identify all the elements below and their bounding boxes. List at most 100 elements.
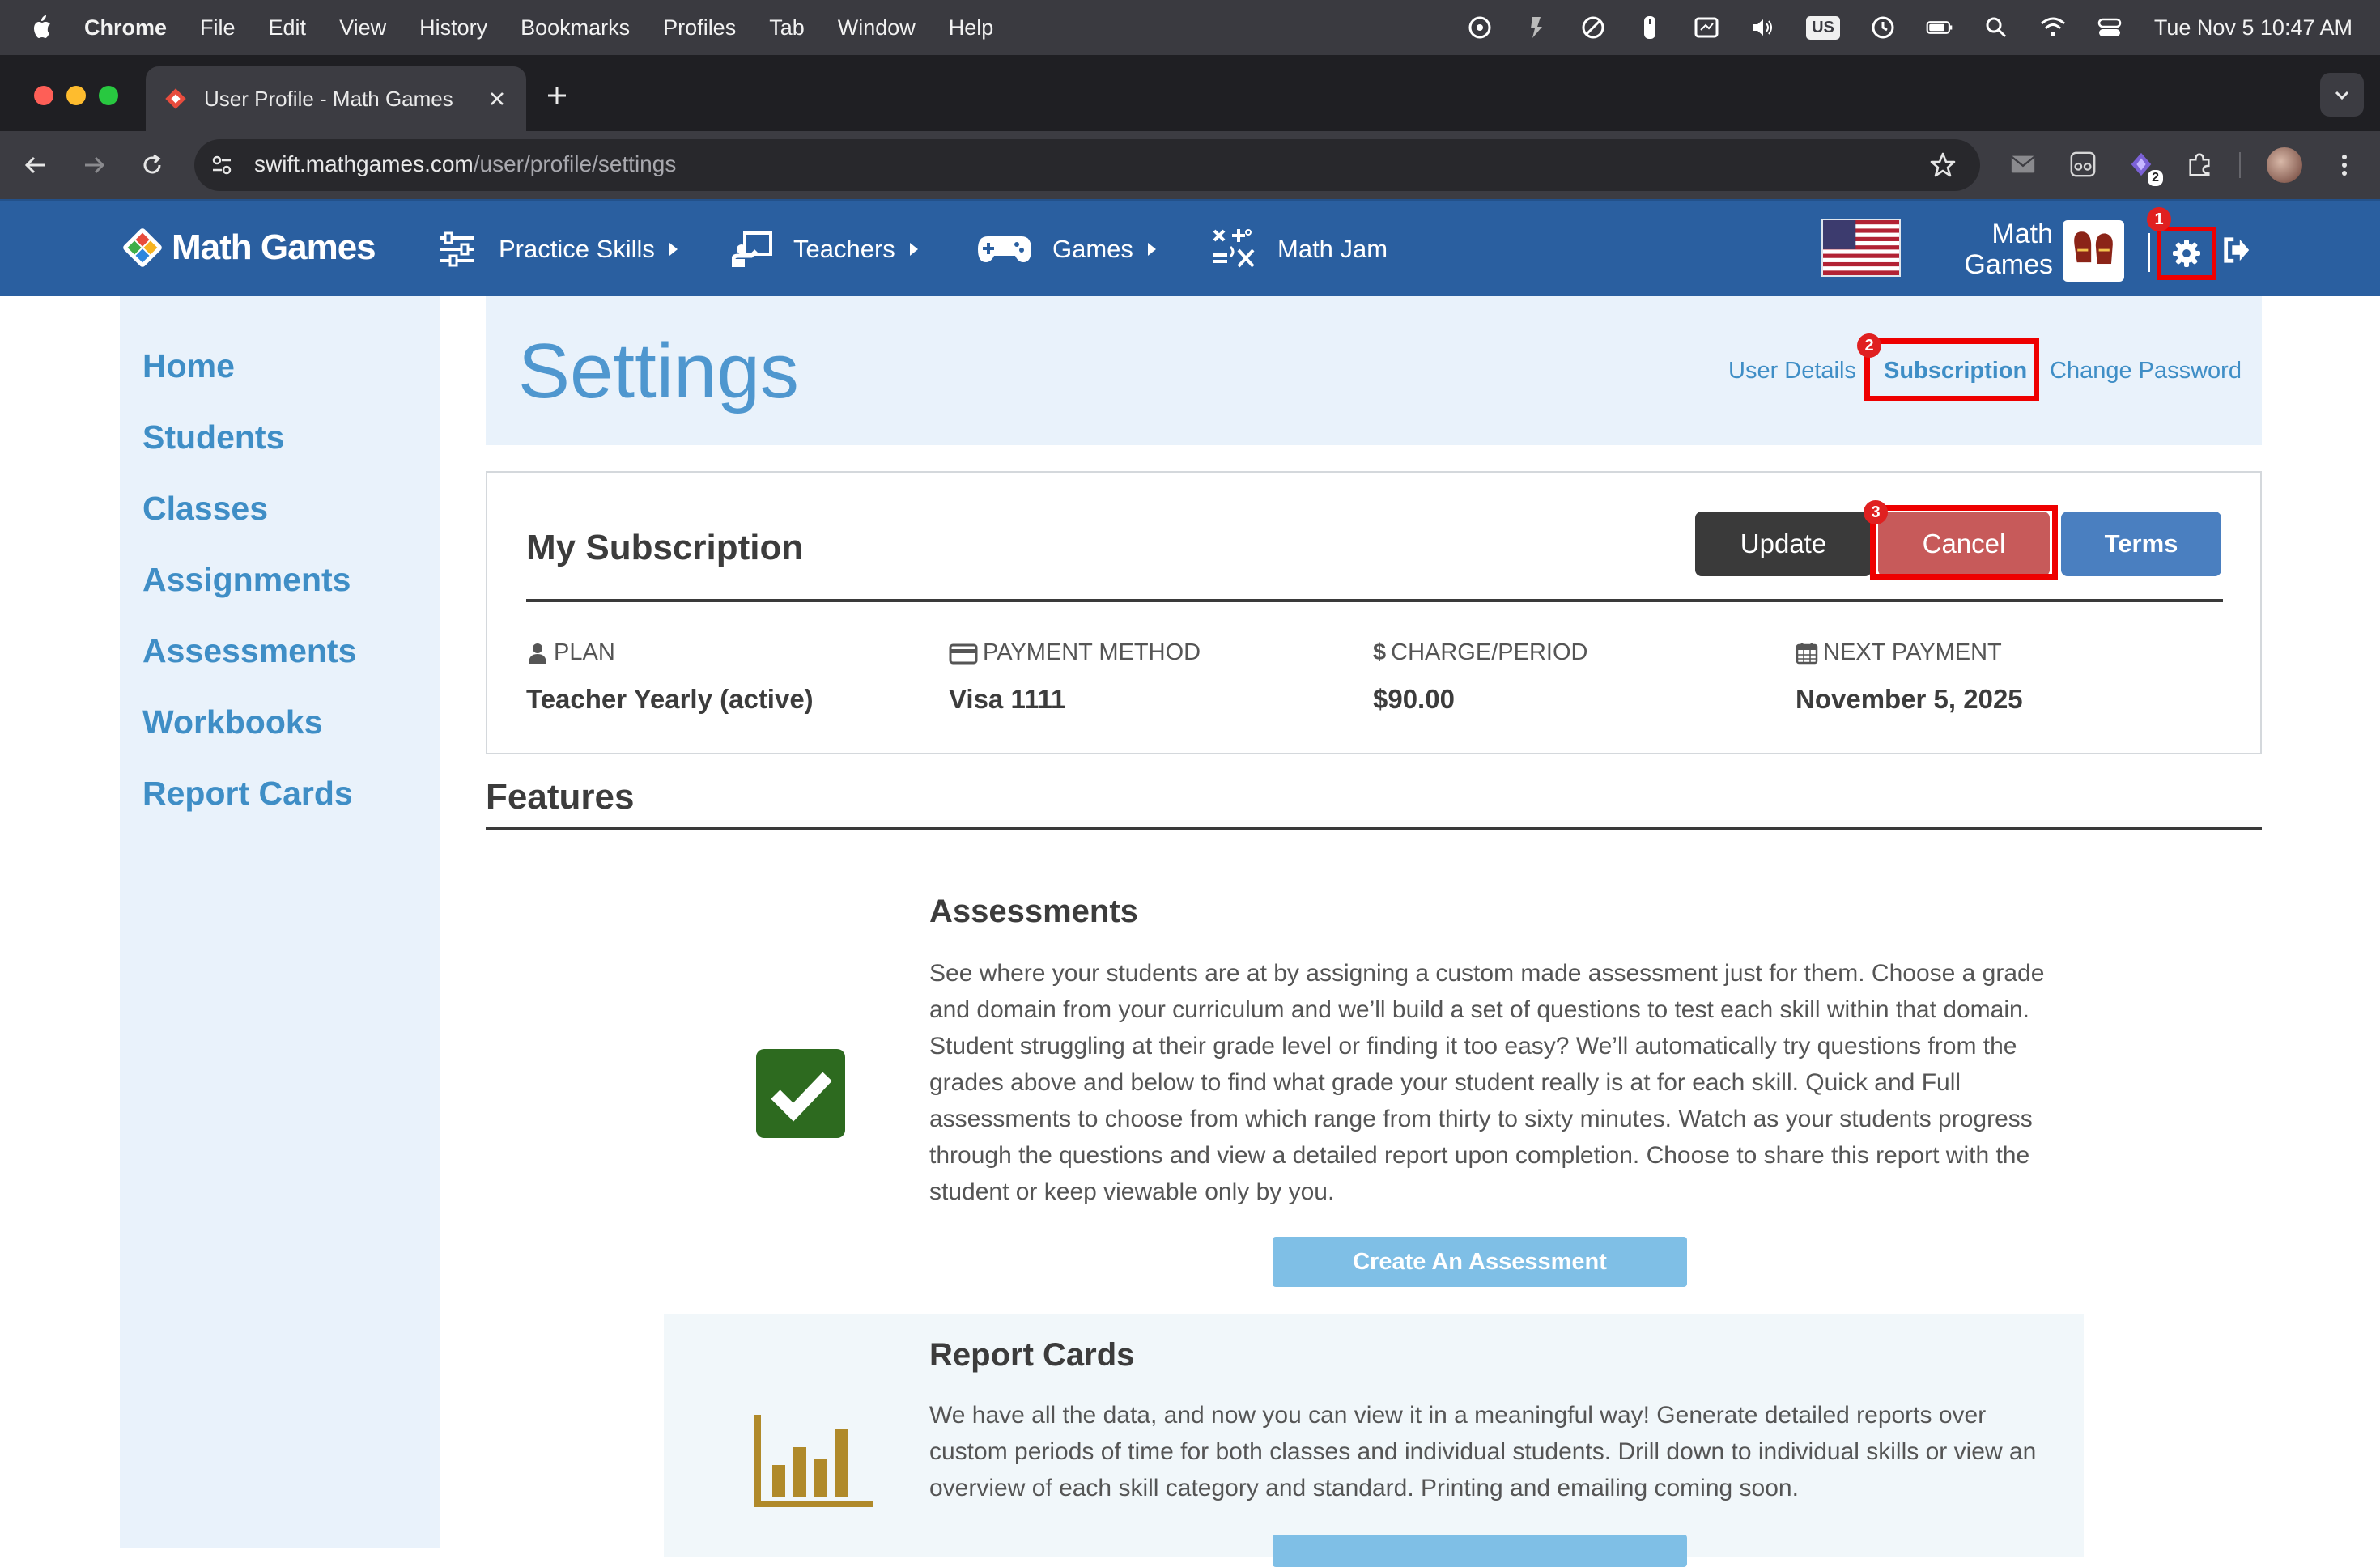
reload-icon[interactable]: [134, 147, 170, 183]
menu-profiles[interactable]: Profiles: [663, 15, 736, 40]
sidebar-item-classes[interactable]: Classes: [142, 490, 268, 528]
spotlight-search-icon[interactable]: [1983, 14, 2010, 41]
address-bar[interactable]: swift.mathgames.com/user/profile/setting…: [194, 139, 1980, 191]
tab-user-details[interactable]: User Details: [1728, 358, 1856, 384]
account-name-line1: Math: [1991, 219, 2053, 249]
next-payment-value: November 5, 2025: [1796, 684, 2023, 714]
annotation-box-cancel: [1870, 505, 2058, 580]
create-assessment-button[interactable]: Create An Assessment: [1273, 1237, 1687, 1287]
mathgames-logo[interactable]: Math Games: [120, 225, 376, 270]
payment-value: Visa 1111: [949, 684, 1066, 714]
sidebar-item-assessments[interactable]: Assessments: [142, 632, 356, 670]
sidebar-item-students[interactable]: Students: [142, 418, 284, 457]
settings-button[interactable]: [2157, 227, 2216, 280]
extensions-puzzle-icon[interactable]: [2181, 146, 2218, 183]
site-info-icon[interactable]: [207, 151, 236, 180]
sidebar-item-report-cards[interactable]: Report Cards: [142, 775, 353, 813]
tab-close-icon[interactable]: [482, 84, 512, 113]
profile-avatar[interactable]: [2267, 147, 2302, 183]
tab-search-button[interactable]: [2320, 73, 2364, 117]
account-name[interactable]: Math Games: [1951, 219, 2053, 280]
menu-tab[interactable]: Tab: [769, 15, 805, 40]
nav-games[interactable]: Games: [976, 225, 1158, 274]
battery-icon[interactable]: [1926, 14, 1953, 41]
teacher-icon: [732, 231, 772, 267]
menu-window[interactable]: Window: [838, 15, 916, 40]
menu-chrome[interactable]: Chrome: [84, 15, 167, 40]
nav-teachers[interactable]: Teachers: [732, 225, 920, 274]
focus-status-icon[interactable]: [1579, 14, 1607, 41]
logout-button[interactable]: [2220, 233, 2254, 267]
subscription-divider: [526, 599, 2223, 602]
math-jam-icon: [1213, 229, 1255, 268]
menu-help[interactable]: Help: [949, 15, 994, 40]
plan-value: Teacher Yearly (active): [526, 684, 814, 714]
check-icon: [756, 1049, 845, 1138]
terms-button[interactable]: Terms: [2061, 512, 2221, 576]
incognito-extension-icon[interactable]: [2064, 146, 2102, 183]
menu-edit[interactable]: Edit: [269, 15, 307, 40]
mathgames-favicon: [165, 88, 186, 109]
back-icon[interactable]: [18, 147, 53, 183]
mouse-status-icon[interactable]: [1636, 14, 1664, 41]
menu-bar-clock[interactable]: Tue Nov 5 10:47 AM: [2154, 15, 2352, 40]
page-title: Settings: [518, 328, 799, 414]
bookmark-star-icon[interactable]: [1928, 151, 1957, 180]
nav-math-jam-label: Math Jam: [1277, 235, 1388, 263]
user-icon: [529, 643, 546, 664]
caret-right-icon: [669, 243, 678, 256]
extension-badge: 2: [2148, 170, 2163, 186]
plan-label: PLAN: [554, 639, 615, 665]
nav-practice-skills[interactable]: Practice Skills: [437, 225, 679, 274]
mathgames-logo-icon: [123, 228, 162, 267]
window-zoom-button[interactable]: [99, 86, 118, 105]
feature-assessments-title: Assessments: [929, 894, 1138, 929]
sidebar-item-home[interactable]: Home: [142, 347, 235, 385]
charge-heading: $ CHARGE/PERIOD: [1373, 639, 1778, 666]
update-button[interactable]: Update: [1695, 512, 1872, 576]
feature-report-cards-description: We have all the data, and now you can vi…: [929, 1402, 2037, 1501]
site-navbar: Math Games Practice Skills Teachers Game…: [0, 199, 2380, 296]
nav-teachers-label: Teachers: [793, 235, 895, 263]
plan-detail: PLAN Teacher Yearly (active): [526, 639, 931, 715]
bar-chart-icon: [754, 1415, 873, 1507]
apple-icon[interactable]: [31, 14, 55, 41]
tab-change-password[interactable]: Change Password: [2050, 358, 2242, 384]
forward-icon[interactable]: [76, 147, 112, 183]
account-name-line2: Games: [1964, 249, 2053, 280]
subscription-title: My Subscription: [526, 528, 804, 567]
account-avatar[interactable]: [2063, 220, 2124, 282]
charge-label: CHARGE/PERIOD: [1391, 639, 1588, 665]
menu-bookmarks[interactable]: Bookmarks: [521, 15, 630, 40]
menu-view[interactable]: View: [339, 15, 386, 40]
new-tab-icon[interactable]: [541, 79, 573, 112]
url-text: swift.mathgames.com/user/profile/setting…: [254, 151, 676, 177]
ai-extension-icon[interactable]: 2: [2123, 146, 2163, 186]
next-payment-detail: NEXT PAYMENT November 5, 2025: [1796, 639, 2200, 715]
chrome-menu-icon[interactable]: [2327, 147, 2362, 183]
us-flag-icon[interactable]: [1821, 219, 1901, 277]
mail-extension-icon[interactable]: [2004, 146, 2042, 183]
volume-icon[interactable]: [1749, 14, 1777, 41]
display-status-icon[interactable]: [1693, 14, 1720, 41]
browser-tab-active[interactable]: User Profile - Math Games: [146, 66, 526, 131]
control-center-icon[interactable]: [2096, 14, 2123, 41]
time-machine-icon[interactable]: [1869, 14, 1897, 41]
script-status-icon[interactable]: [1523, 14, 1550, 41]
cast-status-icon[interactable]: [1466, 14, 1494, 41]
wifi-icon[interactable]: [2039, 14, 2067, 41]
sidebar-item-assignments[interactable]: Assignments: [142, 561, 351, 599]
feature-report-cards-title: Report Cards: [929, 1337, 1135, 1373]
keyboard-input-badge[interactable]: US: [1806, 15, 1840, 40]
nav-math-jam[interactable]: Math Jam: [1206, 225, 1388, 274]
menu-file[interactable]: File: [200, 15, 236, 40]
sidebar-item-workbooks[interactable]: Workbooks: [142, 703, 323, 741]
report-cards-button[interactable]: [1273, 1535, 1687, 1567]
nav-games-label: Games: [1052, 235, 1133, 263]
next-payment-heading: NEXT PAYMENT: [1796, 639, 2200, 666]
window-minimize-button[interactable]: [66, 86, 86, 105]
features-divider: [486, 827, 2262, 830]
window-close-button[interactable]: [34, 86, 53, 105]
annotation-marker-2: 2: [1857, 333, 1881, 358]
menu-history[interactable]: History: [419, 15, 487, 40]
